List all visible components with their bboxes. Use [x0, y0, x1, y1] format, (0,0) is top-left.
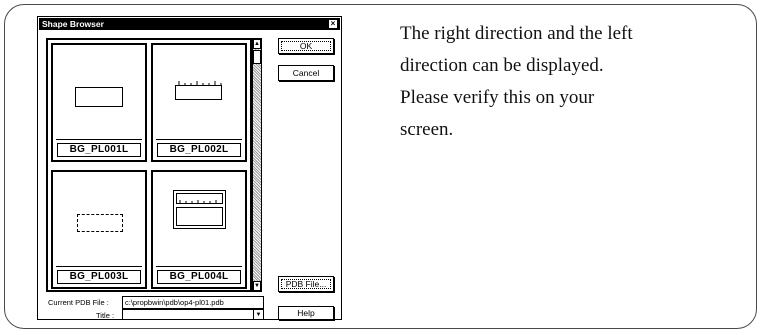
- shape-label: BG_PL004L: [157, 270, 241, 284]
- caption-line: direction can be displayed.: [400, 55, 604, 76]
- scroll-up-button[interactable]: ▲: [253, 39, 261, 49]
- shape-cell-3[interactable]: BG_PL003L: [51, 170, 147, 289]
- shape-preview-rect: [75, 87, 123, 107]
- caption-line: Please verify this on your: [400, 87, 595, 108]
- pdb-file-button[interactable]: PDB File...: [278, 276, 334, 292]
- caption-line: screen.: [400, 119, 454, 140]
- cancel-button[interactable]: Cancel: [278, 65, 334, 81]
- cell-divider: [156, 139, 242, 140]
- help-button[interactable]: Help: [278, 306, 334, 320]
- chevron-down-icon[interactable]: ▼: [253, 310, 263, 319]
- dialog-title: Shape Browser: [42, 19, 104, 29]
- caption-line: The right direction and the left: [400, 23, 633, 44]
- shape-preview-dashed-rect: [77, 214, 123, 232]
- dialog-titlebar: Shape Browser ×: [39, 18, 340, 30]
- focus-rect: [281, 279, 331, 289]
- cell-divider: [56, 139, 142, 140]
- cell-divider: [56, 266, 142, 267]
- shape-browser-dialog: Shape Browser × BG_PL001L BG_PL002L BG_P…: [37, 16, 342, 320]
- shape-label: BG_PL002L: [157, 143, 241, 157]
- cell-divider: [156, 266, 242, 267]
- vertical-scrollbar[interactable]: ▲ ▼: [252, 38, 262, 292]
- shape-cell-2[interactable]: BG_PL002L: [151, 43, 247, 162]
- shape-grid: BG_PL001L BG_PL002L BG_PL003L BG_PL004L: [46, 38, 252, 292]
- title-label: Title :: [96, 311, 115, 320]
- shape-label: BG_PL003L: [57, 270, 141, 284]
- current-pdb-field: c:\propbwin\pdb\op4-pl01.pdb: [122, 296, 264, 309]
- ok-button[interactable]: OK: [278, 38, 334, 54]
- caption-text: The right direction and the left directi…: [400, 18, 740, 146]
- close-icon: ×: [330, 19, 336, 28]
- shape-preview-framed-ruler: [173, 190, 226, 229]
- arrow-up-icon: ▲: [254, 41, 260, 47]
- help-button-label: Help: [297, 308, 315, 318]
- title-combobox[interactable]: ▼: [122, 309, 264, 320]
- shape-label: BG_PL001L: [57, 143, 141, 157]
- arrow-down-icon: ▼: [254, 283, 260, 289]
- cancel-button-label: Cancel: [292, 68, 320, 78]
- shape-preview-ruler-panel: [175, 81, 222, 100]
- shape-cell-1[interactable]: BG_PL001L: [51, 43, 147, 162]
- shape-cell-4[interactable]: BG_PL004L: [151, 170, 247, 289]
- focus-rect: [281, 41, 331, 51]
- current-pdb-label: Current PDB File :: [48, 298, 109, 307]
- close-button[interactable]: ×: [328, 19, 338, 29]
- scroll-down-button[interactable]: ▼: [253, 281, 261, 291]
- scroll-thumb[interactable]: [253, 50, 261, 64]
